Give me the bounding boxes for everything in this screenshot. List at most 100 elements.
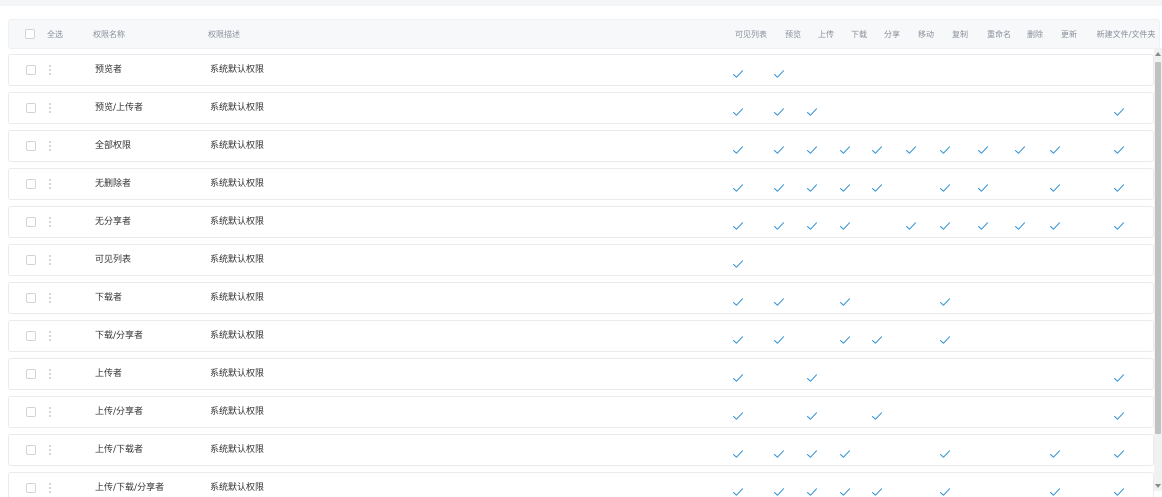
check-icon-visible-list (732, 330, 744, 344)
scroll-down-icon[interactable] (1155, 484, 1161, 488)
drag-handle-icon[interactable] (49, 103, 51, 113)
table-row[interactable]: 无分享者 系统默认权限 (8, 206, 1154, 238)
table-row[interactable]: 无删除者 系统默认权限 (8, 168, 1154, 200)
check-icon-upload (806, 140, 818, 154)
row-checkbox[interactable] (26, 65, 36, 75)
check-icon-update (1049, 482, 1061, 496)
permission-description: 系统默认权限 (210, 65, 265, 75)
permission-description: 系统默认权限 (210, 445, 265, 455)
column-header-create: 新建文件/文件夹 (1096, 30, 1156, 39)
permission-description: 系统默认权限 (210, 483, 265, 493)
row-checkbox[interactable] (26, 331, 36, 341)
permission-name: 预览者 (95, 65, 123, 75)
check-icon-create (1113, 102, 1125, 116)
row-checkbox[interactable] (26, 103, 36, 113)
permission-name: 下载/分享者 (95, 331, 144, 341)
check-icon-share (871, 330, 883, 344)
table-row[interactable]: 上传/下载者 系统默认权限 (8, 434, 1154, 466)
check-icon-preview (773, 64, 785, 78)
column-header-upload: 上传 (818, 30, 834, 39)
check-icon-visible-list (732, 216, 744, 230)
check-icon-create (1113, 216, 1125, 230)
column-header-download: 下载 (851, 30, 867, 39)
check-icon-move (905, 140, 917, 154)
check-icon-visible-list (732, 444, 744, 458)
table-row[interactable]: 上传/分享者 系统默认权限 (8, 396, 1154, 428)
check-icon-download (839, 330, 851, 344)
permission-name: 上传/下载者 (95, 445, 144, 455)
drag-handle-icon[interactable] (49, 179, 51, 189)
check-icon-upload (806, 216, 818, 230)
table-row[interactable]: 预览/上传者 系统默认权限 (8, 92, 1154, 124)
check-icon-rename (977, 178, 989, 192)
row-checkbox[interactable] (26, 445, 36, 455)
check-icon-share (871, 178, 883, 192)
check-icon-update (1049, 140, 1061, 154)
select-all-label: 全选 (47, 30, 63, 39)
table-row[interactable]: 上传/下载/分享者 系统默认权限 (8, 472, 1154, 497)
check-icon-copy (939, 482, 951, 496)
check-icon-upload (806, 102, 818, 116)
check-icon-download (839, 216, 851, 230)
check-icon-preview (773, 216, 785, 230)
check-icon-share (871, 406, 883, 420)
drag-handle-icon[interactable] (49, 331, 51, 341)
permission-description: 系统默认权限 (210, 407, 265, 417)
check-icon-download (839, 140, 851, 154)
permissions-table: 全选 权限名称 权限描述 可见列表 预览 上传 下载 分享 移动 复制 重命名 … (0, 6, 1162, 497)
scrollbar-thumb[interactable] (1155, 62, 1161, 434)
drag-handle-icon[interactable] (49, 65, 51, 75)
column-header-delete: 删除 (1027, 30, 1043, 39)
drag-handle-icon[interactable] (49, 483, 51, 493)
row-checkbox[interactable] (26, 255, 36, 265)
drag-handle-icon[interactable] (49, 407, 51, 417)
drag-handle-icon[interactable] (49, 217, 51, 227)
check-icon-copy (939, 330, 951, 344)
permission-name: 上传/下载/分享者 (95, 483, 165, 493)
row-checkbox[interactable] (26, 141, 36, 151)
check-icon-create (1113, 140, 1125, 154)
permission-description: 系统默认权限 (210, 141, 265, 151)
drag-handle-icon[interactable] (49, 255, 51, 265)
drag-handle-icon[interactable] (49, 445, 51, 455)
drag-handle-icon[interactable] (49, 141, 51, 151)
select-all-checkbox[interactable] (25, 29, 35, 39)
table-row[interactable]: 下载/分享者 系统默认权限 (8, 320, 1154, 352)
row-checkbox[interactable] (26, 483, 36, 493)
check-icon-create (1113, 406, 1125, 420)
permission-name: 上传/分享者 (95, 407, 144, 417)
permission-description: 系统默认权限 (210, 293, 265, 303)
permission-name: 全部权限 (95, 141, 132, 151)
check-icon-visible-list (732, 368, 744, 382)
check-icon-update (1049, 444, 1061, 458)
table-row[interactable]: 上传者 系统默认权限 (8, 358, 1154, 390)
column-header-preview: 预览 (785, 30, 801, 39)
row-checkbox[interactable] (26, 293, 36, 303)
check-icon-visible-list (732, 406, 744, 420)
table-row[interactable]: 下载者 系统默认权限 (8, 282, 1154, 314)
check-icon-upload (806, 444, 818, 458)
check-icon-rename (977, 216, 989, 230)
row-checkbox[interactable] (26, 179, 36, 189)
scroll-up-icon[interactable] (1155, 52, 1161, 56)
row-checkbox[interactable] (26, 217, 36, 227)
column-header-rename: 重命名 (987, 30, 1011, 39)
check-icon-preview (773, 330, 785, 344)
check-icon-share (871, 140, 883, 154)
table-row[interactable]: 全部权限 系统默认权限 (8, 130, 1154, 162)
check-icon-preview (773, 482, 785, 496)
check-icon-visible-list (732, 178, 744, 192)
column-header-share: 分享 (884, 30, 900, 39)
table-row[interactable]: 可见列表 系统默认权限 (8, 244, 1154, 276)
permission-name: 无删除者 (95, 179, 132, 189)
check-icon-preview (773, 178, 785, 192)
table-row[interactable]: 预览者 系统默认权限 (8, 54, 1154, 86)
column-header-update: 更新 (1061, 30, 1077, 39)
row-checkbox[interactable] (26, 369, 36, 379)
check-icon-visible-list (732, 102, 744, 116)
row-checkbox[interactable] (26, 407, 36, 417)
drag-handle-icon[interactable] (49, 369, 51, 379)
drag-handle-icon[interactable] (49, 293, 51, 303)
check-icon-create (1113, 368, 1125, 382)
check-icon-copy (939, 216, 951, 230)
